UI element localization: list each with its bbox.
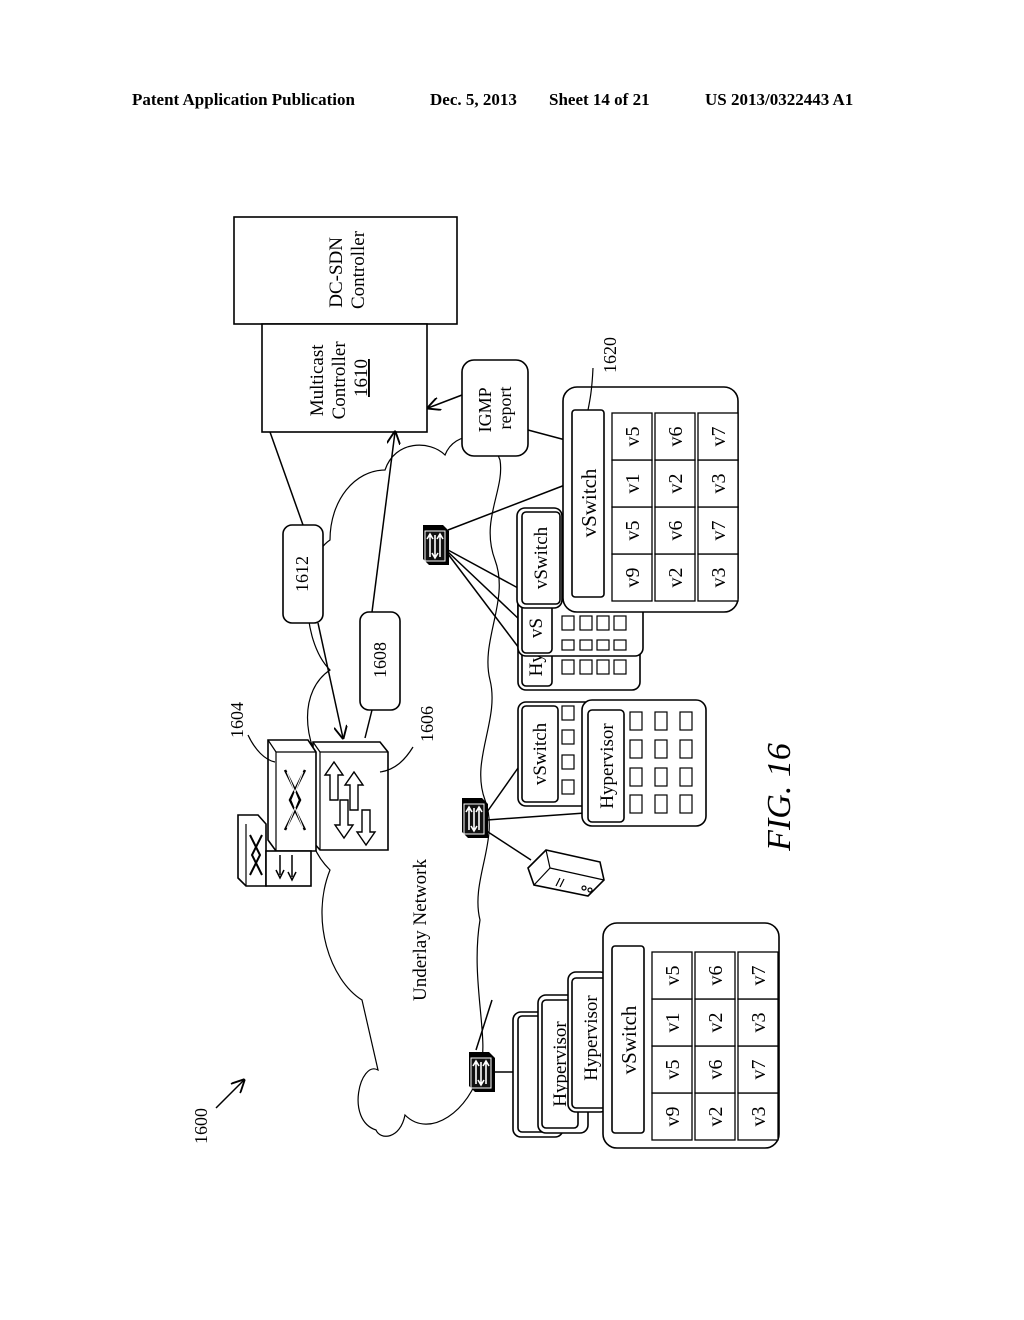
tor-switch-top <box>422 524 450 566</box>
svg-text:1608: 1608 <box>370 642 390 678</box>
link-tor-top-b <box>447 551 523 623</box>
link-tor-mid-b <box>486 812 586 821</box>
svg-text:vSwitch: vSwitch <box>531 526 552 589</box>
core-router-1604 <box>267 739 317 852</box>
vm-label: v5 <box>622 521 644 541</box>
ref-1604: 1604 <box>227 702 247 738</box>
label-1612: 1612 <box>282 524 324 624</box>
svg-text:DC-SDN Controller: DC-SDN Controller <box>326 230 369 309</box>
dc-sdn-controller: DC-SDN Controller <box>233 216 458 325</box>
tor-switch-bottom <box>468 1051 496 1093</box>
figure-caption: FIG. 16 <box>761 743 798 852</box>
path-1608-arrow <box>371 432 395 613</box>
tor-switch-middle <box>461 797 489 839</box>
path-1608-bottom <box>364 709 373 739</box>
vm-label: v2 <box>665 474 687 494</box>
ref-1600: 1600 <box>191 1108 211 1144</box>
server-bottom-front: vSwitch v9 v5 v1 v5 v2 v6 v2 v6 v3 v7 v3 v7 <box>602 922 780 1149</box>
link-tor-top-c <box>447 553 526 657</box>
vm-label: v5 <box>662 966 684 986</box>
vm-label: v9 <box>622 568 644 588</box>
storage-server-icon <box>527 849 605 897</box>
vm-label: v7 <box>708 521 730 541</box>
vm-label: v6 <box>705 1060 727 1080</box>
server-rack-middle: vSwitch Hypervisor <box>517 699 707 827</box>
vm-label: v1 <box>622 474 644 494</box>
vm-label: v6 <box>665 521 687 541</box>
vm-label: v5 <box>662 1060 684 1080</box>
vm-label: v3 <box>708 568 730 588</box>
vm-label: v2 <box>705 1013 727 1033</box>
path-1612-top <box>269 431 304 526</box>
vm-label: v7 <box>708 427 730 447</box>
igmp-arrow <box>428 394 463 408</box>
svg-text:IGMP report: IGMP report <box>475 384 515 433</box>
vm-label: v2 <box>665 568 687 588</box>
vm-label: v3 <box>748 1013 770 1033</box>
vm-label: v1 <box>662 1013 684 1033</box>
svg-text:Hypervisor: Hypervisor <box>597 723 618 809</box>
vm-label: v6 <box>705 966 727 986</box>
vm-label: v9 <box>662 1107 684 1127</box>
vm-label: v2 <box>705 1107 727 1127</box>
vm-grid-right: v9 v5 v1 v5 v2 v6 v2 v6 v3 v7 v3 v7 <box>611 412 739 602</box>
link-tor-mid-a <box>486 767 519 813</box>
svg-text:vSwitch: vSwitch <box>577 468 601 537</box>
server-rack-bottom-back: Hypervisor Hypervisor <box>512 971 609 1138</box>
svg-text:1612: 1612 <box>292 556 312 592</box>
vm-label: v7 <box>748 966 770 986</box>
vm-label: v3 <box>748 1107 770 1127</box>
vm-label: v7 <box>748 1060 770 1080</box>
figure-16-diagram: DC-SDN Controller Multicast Controller 1… <box>191 216 798 1149</box>
svg-text:Hypervisor: Hypervisor <box>581 995 602 1081</box>
vm-label: v5 <box>622 427 644 447</box>
vm-label: v6 <box>665 427 687 447</box>
vm-label: v3 <box>708 474 730 494</box>
svg-text:vSwitch: vSwitch <box>617 1005 641 1074</box>
underlay-network-label: Underlay Network <box>410 859 431 1001</box>
igmp-report-callout: IGMP report <box>461 359 529 457</box>
core-router-1606 <box>312 741 389 851</box>
server-1620: vSwitch v9 v5 v1 v5 v2 v6 v2 v6 v3 v7 v3 v7 <box>562 386 739 613</box>
svg-text:vSwitch: vSwitch <box>530 722 551 785</box>
svg-text:vS: vS <box>526 618 547 638</box>
link-tor-bottom-cloud <box>475 999 493 1051</box>
multicast-controller: Multicast Controller 1610 <box>261 323 428 433</box>
label-1608: 1608 <box>359 611 401 711</box>
vm-grid-bottom: v9 v5 v1 v5 v2 v6 v2 v6 v3 v7 v3 v7 <box>651 951 779 1141</box>
path-1612-arrow <box>317 622 343 738</box>
ref-1606: 1606 <box>417 706 437 742</box>
ref-1620: 1620 <box>600 337 620 373</box>
arrow-1600 <box>215 1080 244 1109</box>
link-tor-mid-storage <box>484 829 532 861</box>
